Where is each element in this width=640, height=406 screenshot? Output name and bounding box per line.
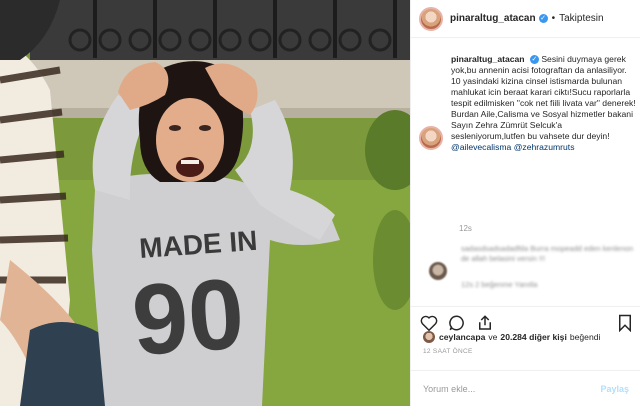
comment-text: sadasdsadsadadfda Burra mopeadd eden ken… [461, 244, 634, 263]
comment-item: sadasdsadsadadfda Burra mopeadd eden ken… [419, 244, 637, 290]
likes-suffix: beğendi [569, 332, 601, 342]
comment-icon[interactable] [447, 313, 467, 333]
caption-avatar[interactable] [419, 126, 443, 150]
likes-connector: ve [488, 332, 498, 342]
shirt-text-line2: 90 [129, 257, 248, 376]
author-avatar[interactable] [419, 6, 443, 31]
post-photo[interactable]: MADE IN 90 [0, 0, 410, 406]
following-button[interactable]: Takiptesin [559, 13, 603, 24]
post-header: pinaraltug_atacan ✓ • Takiptesin [411, 0, 640, 38]
caption-time: 12s [459, 224, 472, 233]
verified-badge-icon: ✓ [538, 14, 548, 23]
liker-username[interactable]: ceylancapa [439, 332, 485, 342]
caption-body: pinaraltug_atacan ✓ Sesini duymaya gerek… [451, 54, 637, 153]
bookmark-icon[interactable] [615, 313, 635, 333]
share-icon[interactable] [475, 313, 495, 333]
likes-summary: ceylancapa ve 20.284 diğer kişi beğendi [423, 331, 600, 343]
caption-username[interactable]: pinaraltug_atacan [451, 54, 525, 64]
author-username[interactable]: pinaraltug_atacan [450, 13, 536, 24]
post-side-panel: pinaraltug_atacan ✓ • Takiptesin pinaral… [410, 0, 640, 406]
heart-icon[interactable] [419, 313, 439, 333]
comment-input[interactable]: Yorum ekle... [423, 384, 475, 394]
post-timestamp: 12 SAAT ÖNCE [423, 348, 473, 355]
photo-scene: MADE IN 90 [0, 0, 410, 406]
mention-zehrazumruts[interactable]: @zehrazumruts [514, 142, 575, 152]
mention-ailevecalisma[interactable]: @ailevecalisma [451, 142, 511, 152]
caption-text: Sesini duymaya gerek yok,bu annenin acis… [451, 54, 636, 141]
post-caption: pinaraltug_atacan ✓ Sesini duymaya gerek… [419, 54, 637, 153]
header-separator: • [551, 13, 556, 24]
likes-count[interactable]: 20.284 diğer kişi [500, 332, 566, 342]
liker-avatar[interactable] [423, 331, 435, 343]
verified-badge-icon: ✓ [529, 55, 539, 65]
comment-meta: 12s 2 beğenme Yanıtla [461, 280, 538, 289]
post-comment-button[interactable]: Paylaş [600, 384, 629, 394]
add-comment-bar: Yorum ekle... Paylaş [411, 370, 640, 406]
